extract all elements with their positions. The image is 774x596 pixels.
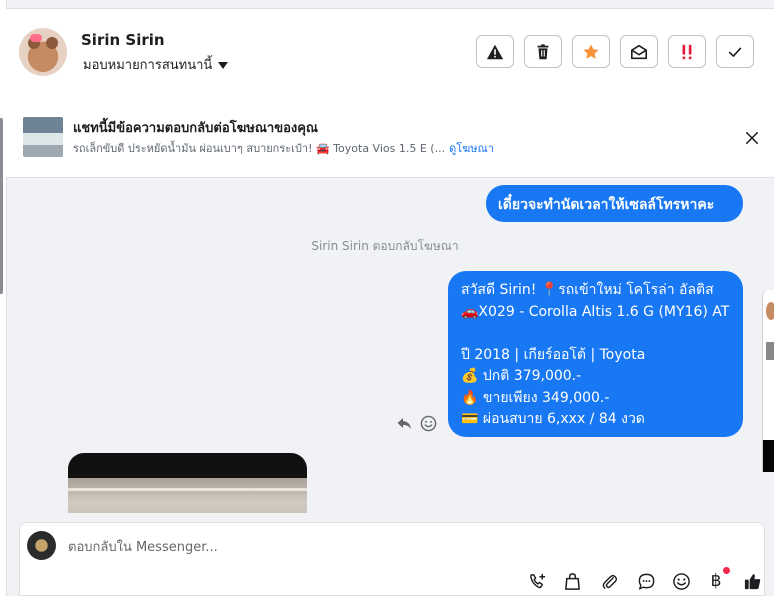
message-line: 💰 ปกติ 379,000.- (461, 368, 582, 384)
add-contact-icon (529, 573, 545, 588)
ad-reply-banner: แชทนี้มีข้อความตอบกลับต่อโฆษณาของคุณ รถเ… (6, 97, 774, 178)
thumbs-up-icon (744, 573, 760, 589)
photo-detail (68, 488, 307, 491)
message-composer: ฿ (19, 522, 765, 596)
message-thread[interactable]: เดี๋ยวจะทำนัดเวลาให้เซลล์โทรหาคะ Sirin S… (6, 178, 764, 513)
report-button[interactable] (476, 35, 514, 68)
close-icon (745, 131, 759, 145)
message-line: 🔥 ขายเพียง 349,000.- (461, 389, 610, 406)
message-line: 🚗X029 - Corolla Altis 1.6 G (MY16) AT (461, 303, 730, 320)
double-exclamation-icon (682, 44, 692, 59)
warning-icon (486, 44, 504, 59)
saved-reply-icon (638, 573, 654, 590)
ad-caption: รถเล็กขับดี ประหยัดน้ำมัน ผ่อนเบาๆ สบายก… (73, 142, 446, 155)
side-panel-peek[interactable] (762, 290, 774, 472)
message-line: ปี 2018 | เกียร์ออโต้ | Toyota (461, 346, 646, 363)
add-contact-button[interactable] (527, 571, 547, 591)
ad-thumbnail[interactable] (23, 117, 63, 157)
check-icon (728, 47, 742, 57)
assign-conversation-dropdown[interactable]: มอบหมายการสนทนานี้ (83, 54, 229, 75)
ad-reply-meta: Sirin Sirin ตอบกลับโฆษณา (311, 239, 459, 253)
avatar[interactable] (19, 28, 67, 76)
reply-input[interactable] (66, 535, 730, 559)
shop-button[interactable] (562, 571, 582, 591)
side-thumbnail (766, 342, 774, 360)
side-avatar (766, 302, 774, 320)
image-attachment[interactable] (68, 453, 307, 513)
banner-title: แชทนี้มีข้อความตอบกลับต่อโฆษณาของคุณ (73, 121, 318, 136)
notification-dot (723, 567, 730, 574)
close-banner-button[interactable] (743, 129, 761, 147)
outgoing-message[interactable]: เดี๋ยวจะทำนัดเวลาให้เซลล์โทรหาคะ (486, 185, 743, 222)
react-emoji-icon[interactable] (420, 415, 437, 432)
avatar-ear (46, 37, 58, 49)
message-line: 💳 ผ่อนสบาย 6,xxx / 84 งวด (461, 411, 645, 427)
reply-icon[interactable] (396, 415, 412, 431)
paperclip-icon (602, 574, 617, 589)
avatar-bow (30, 34, 42, 42)
photo-preview (68, 478, 307, 513)
star-button[interactable] (572, 35, 610, 68)
emoji-button[interactable] (671, 571, 691, 591)
view-ad-link[interactable]: ดูโฆษณา (449, 142, 494, 155)
saved-replies-button[interactable] (636, 571, 656, 591)
mark-unread-button[interactable] (620, 35, 658, 68)
envelope-open-icon (630, 44, 648, 59)
baht-icon: ฿ (710, 571, 722, 591)
follow-up-button[interactable] (668, 35, 706, 68)
emoji-icon (672, 572, 690, 590)
caret-down-icon (218, 62, 229, 69)
outgoing-message[interactable]: สวัสดี Sirin! 📍รถเข้าใหม่ โคโรล่า อัลติส… (448, 271, 743, 437)
bag-icon (564, 572, 580, 590)
message-line (461, 323, 731, 345)
attach-button[interactable] (599, 571, 619, 591)
like-button[interactable] (742, 571, 762, 591)
side-dark-strip (763, 440, 774, 472)
conversation-header: Sirin Sirin มอบหมายการสนทนานี้ (6, 8, 774, 98)
done-button[interactable] (716, 35, 754, 68)
assign-label: มอบหมายการสนทนานี้ (83, 58, 213, 73)
payment-button[interactable]: ฿ (706, 567, 730, 591)
contact-name[interactable]: Sirin Sirin (81, 31, 165, 49)
message-line: สวัสดี Sirin! 📍รถเข้าใหม่ โคโรล่า อัลติส (461, 282, 714, 298)
delete-button[interactable] (524, 35, 562, 68)
trash-icon (537, 43, 549, 59)
page-avatar (27, 531, 56, 560)
star-icon (583, 43, 599, 59)
scrollbar-thumb[interactable] (0, 118, 3, 294)
banner-subtitle: รถเล็กขับดี ประหยัดน้ำมัน ผ่อนเบาๆ สบายก… (73, 139, 494, 157)
